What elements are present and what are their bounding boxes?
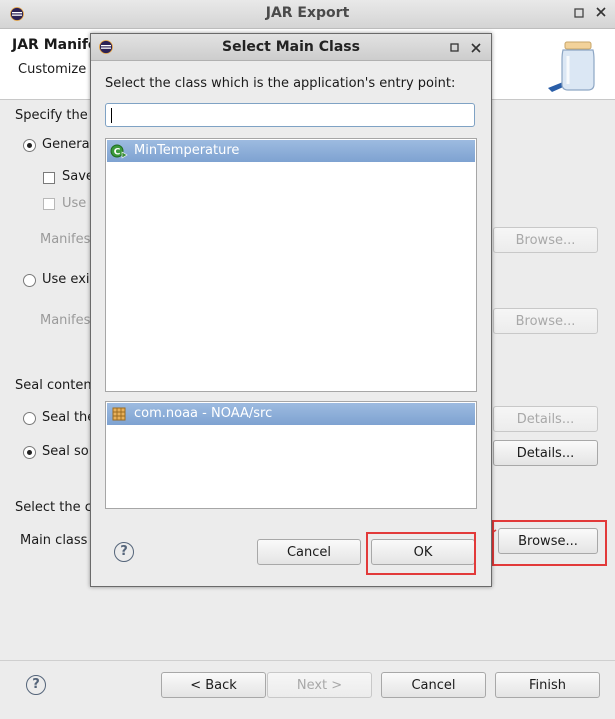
use-existing-manifest-radio[interactable]	[23, 274, 36, 287]
package-list-item[interactable]: com.noaa - NOAA/src	[107, 403, 475, 425]
page-subtitle: Customize	[18, 62, 87, 77]
seal-jar-label: Seal the	[42, 410, 96, 425]
package-list[interactable]: com.noaa - NOAA/src	[105, 401, 477, 509]
generate-manifest-label: Genera	[42, 137, 90, 152]
minimize-button[interactable]	[574, 7, 584, 21]
dialog-close-button[interactable]	[471, 42, 481, 57]
reuse-manifest-checkbox[interactable]	[43, 198, 55, 210]
seal-packages-details-button[interactable]: Details...	[493, 440, 598, 466]
next-button[interactable]: Next >	[267, 672, 372, 698]
page-title: JAR Manife	[12, 37, 98, 53]
package-icon	[112, 407, 126, 421]
class-list[interactable]: C MinTemperature	[105, 138, 477, 392]
jar-icon	[548, 36, 604, 96]
seal-some-packages-radio[interactable]	[23, 446, 36, 459]
back-button[interactable]: < Back	[161, 672, 266, 698]
help-icon[interactable]: ?	[26, 675, 46, 695]
dialog-help-icon[interactable]: ?	[114, 542, 134, 562]
generate-manifest-radio[interactable]	[23, 139, 36, 152]
browse-manifest-button-1[interactable]: Browse...	[493, 227, 598, 253]
class-icon: C	[110, 143, 128, 159]
seal-some-packages-label: Seal so	[42, 444, 89, 459]
text-caret	[111, 108, 112, 123]
manifest-file-label: Manifes	[40, 232, 91, 247]
main-class-label: Main class	[20, 533, 88, 548]
select-class-label: Select the c	[15, 500, 92, 515]
select-main-class-dialog: Select Main Class Select the class which…	[90, 33, 492, 587]
svg-text:C: C	[114, 148, 121, 158]
class-filter-input[interactable]	[105, 103, 475, 127]
manifest-specify-label: Specify the	[15, 108, 88, 123]
dialog-cancel-button[interactable]: Cancel	[257, 539, 361, 565]
window-title: JAR Export	[265, 5, 350, 21]
existing-manifest-label: Manifes	[40, 313, 91, 328]
dialog-prompt: Select the class which is the applicatio…	[105, 76, 456, 91]
package-name: com.noaa - NOAA/src	[134, 406, 273, 421]
finish-button[interactable]: Finish	[495, 672, 600, 698]
ok-highlight-box	[366, 532, 476, 575]
dialog-titlebar: Select Main Class	[91, 34, 491, 61]
close-button[interactable]	[596, 6, 606, 20]
reuse-manifest-label: Use	[62, 196, 87, 211]
seal-jar-radio[interactable]	[23, 412, 36, 425]
seal-contents-label: Seal conten	[15, 378, 92, 393]
window-titlebar: JAR Export	[0, 0, 615, 29]
browse-highlight-box	[492, 520, 607, 566]
dialog-maximize-button[interactable]	[450, 42, 460, 57]
cancel-button[interactable]: Cancel	[381, 672, 486, 698]
class-list-item[interactable]: C MinTemperature	[107, 140, 475, 162]
browse-manifest-button-2[interactable]: Browse...	[493, 308, 598, 334]
class-name: MinTemperature	[134, 143, 240, 158]
dialog-title: Select Main Class	[222, 39, 360, 55]
save-manifest-checkbox[interactable]	[43, 172, 55, 184]
seal-jar-details-button[interactable]: Details...	[493, 406, 598, 432]
use-existing-manifest-label: Use exi	[42, 272, 90, 287]
footer-divider	[0, 660, 615, 661]
